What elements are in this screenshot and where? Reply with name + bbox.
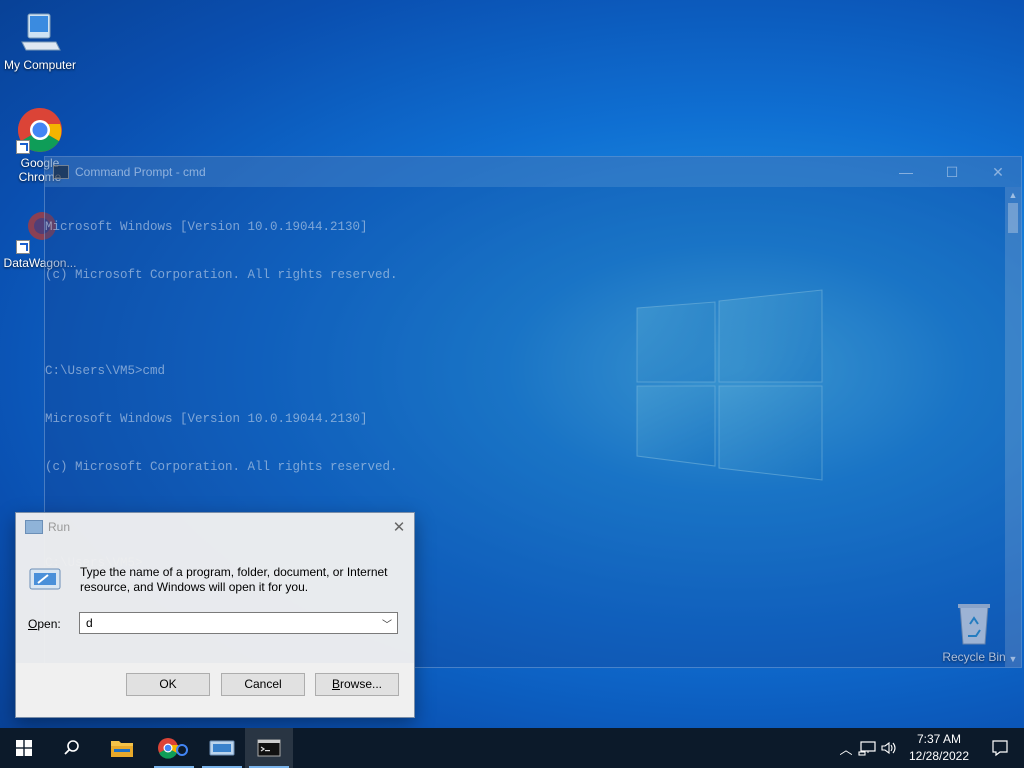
run-program-icon: [29, 568, 61, 590]
search-icon: [64, 740, 79, 755]
shortcut-arrow-icon: [16, 140, 30, 154]
console-line: C:\Users\VM5>cmd: [45, 364, 166, 378]
taskbar-file-explorer[interactable]: [98, 728, 146, 768]
notifications-button[interactable]: [976, 728, 1024, 768]
taskbar: ︿ 7:37 AM 12/28/2022: [0, 728, 1024, 768]
chrome-icon: [16, 106, 64, 154]
computer-icon: [16, 8, 64, 56]
search-button[interactable]: [48, 728, 96, 768]
ok-button[interactable]: OK: [126, 673, 210, 696]
start-button[interactable]: [0, 728, 48, 768]
open-label: Open:: [28, 617, 61, 631]
close-icon[interactable]: ✕: [384, 518, 414, 536]
browse-button[interactable]: Browse...: [315, 673, 399, 696]
shortcut-arrow-icon: [16, 240, 30, 254]
cmd-icon: [257, 739, 281, 757]
console-line: Microsoft Windows [Version 10.0.19044.21…: [45, 412, 368, 426]
windows-start-icon: [16, 740, 32, 756]
minimize-button[interactable]: —: [883, 164, 929, 181]
taskbar-clock[interactable]: 7:37 AM 12/28/2022: [904, 731, 974, 765]
cmd-icon: [53, 165, 69, 179]
chevron-up-icon[interactable]: ︿: [836, 739, 856, 758]
close-button[interactable]: ✕: [975, 164, 1021, 181]
notification-icon: [992, 740, 1008, 757]
cmd-scrollbar[interactable]: ▲ ▼: [1005, 187, 1021, 667]
desktop-icon-my-computer[interactable]: My Computer: [0, 8, 80, 72]
network-icon[interactable]: [858, 740, 878, 756]
taskbar-run[interactable]: [198, 728, 246, 768]
cmd-title-bar[interactable]: Command Prompt - cmd — ☐ ✕: [45, 157, 1021, 187]
console-line: (c) Microsoft Corporation. All rights re…: [45, 460, 398, 474]
open-combobox[interactable]: d ﹀: [79, 612, 398, 634]
volume-icon[interactable]: [880, 740, 900, 756]
console-line: (c) Microsoft Corporation. All rights re…: [45, 268, 398, 282]
system-tray: ︿: [836, 728, 900, 768]
taskbar-command-prompt[interactable]: [245, 728, 293, 768]
chrome-icon: [158, 738, 188, 759]
clock-time: 7:37 AM: [916, 732, 962, 746]
folder-icon: [111, 741, 133, 757]
desktop-icon-label: My Computer: [3, 58, 77, 72]
clock-date: 12/28/2022: [908, 749, 970, 763]
chevron-down-icon[interactable]: ﹀: [377, 616, 397, 631]
scroll-up-icon[interactable]: ▲: [1005, 187, 1021, 203]
cmd-title: Command Prompt - cmd: [75, 165, 206, 179]
open-input[interactable]: d: [80, 616, 377, 630]
run-title: Run: [48, 520, 71, 534]
cancel-button[interactable]: Cancel: [221, 673, 305, 696]
run-dialog[interactable]: Run ✕ Type the name of a program, folder…: [15, 512, 415, 718]
scroll-thumb[interactable]: [1008, 203, 1018, 233]
console-line: Microsoft Windows [Version 10.0.19044.21…: [45, 220, 368, 234]
taskbar-chrome[interactable]: [150, 728, 198, 768]
maximize-button[interactable]: ☐: [929, 164, 975, 181]
run-title-bar[interactable]: Run ✕: [16, 513, 414, 541]
run-app-icon: [25, 520, 43, 534]
scroll-down-icon[interactable]: ▼: [1005, 651, 1021, 667]
run-app-icon: [209, 740, 235, 756]
run-description: Type the name of a program, folder, docu…: [80, 565, 388, 594]
